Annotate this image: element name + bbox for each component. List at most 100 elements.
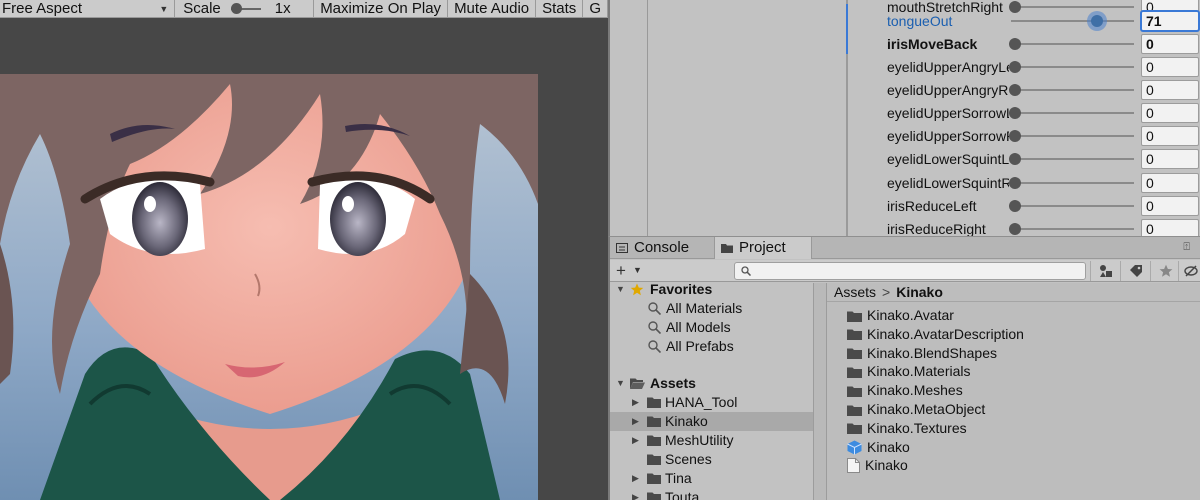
expand-arrow-right-icon[interactable]: ▶ (632, 431, 639, 450)
create-button[interactable]: + (616, 261, 626, 281)
gizmos-button[interactable]: G (583, 0, 608, 17)
blendshape-value-field[interactable]: 0 (1141, 125, 1199, 146)
asset-item[interactable]: Kinako.Avatar (847, 306, 954, 325)
search-input[interactable] (734, 262, 1086, 280)
slider-knob[interactable] (1009, 152, 1021, 165)
blendshape-value-field[interactable]: 0 (1141, 218, 1199, 236)
tree-folder-item[interactable]: Scenes (610, 450, 813, 469)
expand-arrow-right-icon[interactable]: ▶ (632, 488, 639, 500)
slider-knob[interactable] (1009, 199, 1021, 212)
tree-folder-item[interactable]: ▶ HANA_Tool (610, 393, 813, 412)
folder-icon (647, 435, 661, 446)
lock-icon[interactable]: ⍐ (1183, 241, 1190, 254)
stats-button[interactable]: Stats (536, 0, 584, 17)
tree-favorite-item[interactable]: All Materials (610, 299, 813, 318)
tree-folder-item[interactable]: ▶ MeshUtility (610, 431, 813, 450)
blendshape-slider[interactable] (1009, 198, 1136, 214)
expand-arrow-down-icon[interactable]: ▼ (616, 283, 625, 299)
slider-track[interactable] (1011, 157, 1134, 160)
project-assets-list: Assets > Kinako Kinako.Avatar Kinako.Avatar… (827, 283, 1200, 500)
blendshape-slider[interactable] (1009, 36, 1136, 52)
asset-item[interactable]: Kinako.MetaObject (847, 400, 985, 419)
blendshape-slider[interactable] (1009, 175, 1136, 191)
blendshape-slider[interactable] (1009, 82, 1136, 98)
tab-project[interactable]: Project (714, 237, 812, 259)
chevron-down-icon[interactable]: ▼ (633, 265, 642, 275)
blendshape-slider[interactable] (1009, 221, 1136, 237)
slider-track[interactable] (1011, 134, 1134, 137)
slider-track[interactable] (1011, 5, 1134, 8)
scale-control[interactable]: Scale 1x (175, 0, 315, 17)
folder-icon (721, 244, 733, 253)
blendshape-slider[interactable] (1009, 13, 1136, 29)
blendshape-value-field[interactable]: 0 (1141, 79, 1199, 100)
asset-item[interactable]: Kinako.Materials (847, 362, 971, 381)
tree-folder-item[interactable]: ▶ Tina (610, 469, 813, 488)
expand-arrow-right-icon[interactable]: ▶ (632, 393, 639, 412)
slider-knob[interactable] (1009, 37, 1021, 50)
expand-arrow-right-icon[interactable]: ▶ (632, 412, 639, 431)
slider-track[interactable] (1011, 19, 1134, 22)
slider-track[interactable] (1011, 42, 1134, 45)
tree-assets[interactable]: ▼ Assets (610, 374, 813, 393)
asset-item-label: Kinako.Avatar (867, 307, 954, 323)
tree-folder-item[interactable]: ▶ Touta (610, 488, 813, 500)
slider-track[interactable] (1011, 88, 1134, 91)
project-toolbar: + ▼ (610, 260, 1200, 282)
asset-item[interactable]: Kinako.AvatarDescription (847, 325, 1024, 344)
inspector-panel: mouthStretchRight 0 tongueOut 71 irisMoveBac… (608, 0, 1200, 236)
blendshape-value-field[interactable]: 0 (1141, 56, 1199, 77)
tab-console[interactable]: Console (610, 237, 714, 259)
slider-knob[interactable] (1009, 222, 1021, 235)
asset-item[interactable]: Kinako.Meshes (847, 381, 963, 400)
blendshape-slider[interactable] (1009, 59, 1136, 75)
hidden-packages-icon[interactable] (1178, 261, 1200, 281)
tree-favorites[interactable]: ▼ Favorites (610, 283, 813, 299)
asset-item[interactable]: Kinako (847, 438, 910, 457)
asset-item[interactable]: Kinako.BlendShapes (847, 344, 997, 363)
maximize-on-play-button[interactable]: Maximize On Play (314, 0, 449, 17)
slider-knob[interactable] (1090, 14, 1103, 27)
aspect-dropdown[interactable]: Free Aspect ▼ (0, 0, 176, 17)
blendshape-value-field[interactable]: 0 (1141, 148, 1199, 169)
tree-favorite-item[interactable]: All Prefabs (610, 337, 813, 356)
breadcrumb-root[interactable]: Assets (834, 284, 876, 300)
blendshape-value-field[interactable]: 0 (1141, 33, 1199, 54)
slider-knob[interactable] (1009, 129, 1021, 142)
blendshape-value-field[interactable]: 0 (1141, 195, 1199, 216)
scale-slider-knob[interactable] (230, 3, 242, 14)
slider-track[interactable] (1011, 181, 1134, 184)
asset-item[interactable]: Kinako (847, 456, 908, 475)
slider-track[interactable] (1011, 227, 1134, 230)
chevron-down-icon: ▼ (159, 4, 169, 14)
blendshape-value-field[interactable]: 0 (1141, 172, 1199, 193)
panel-tabs: Console Project ⍐ (610, 237, 1200, 259)
asset-item[interactable]: Kinako.Textures (847, 419, 967, 438)
breadcrumb-current[interactable]: Kinako (896, 284, 943, 300)
expand-arrow-down-icon[interactable]: ▼ (616, 374, 625, 393)
search-by-type-icon[interactable] (1090, 261, 1120, 281)
slider-track[interactable] (1011, 204, 1134, 207)
tree-folder-item[interactable]: ▶ Kinako (610, 412, 813, 431)
favorite-star-icon[interactable] (1150, 261, 1180, 281)
search-by-label-icon[interactable] (1120, 261, 1150, 281)
panel-splitter[interactable] (813, 283, 827, 500)
folder-icon (847, 348, 862, 360)
star-icon (630, 283, 644, 296)
blendshape-slider[interactable] (1009, 151, 1136, 167)
blendshape-value-field[interactable]: 0 (1141, 102, 1199, 123)
scale-slider[interactable] (230, 3, 261, 14)
blendshape-slider[interactable] (1009, 128, 1136, 144)
slider-track[interactable] (1011, 65, 1134, 68)
slider-track[interactable] (1011, 111, 1134, 114)
mute-audio-button[interactable]: Mute Audio (448, 0, 537, 17)
tree-favorite-item[interactable]: All Models (610, 318, 813, 337)
slider-knob[interactable] (1009, 60, 1021, 73)
slider-knob[interactable] (1009, 176, 1021, 189)
blendshape-value-field[interactable]: 71 (1141, 10, 1199, 31)
expand-arrow-right-icon[interactable]: ▶ (632, 469, 639, 488)
game-render-viewport[interactable] (0, 74, 538, 500)
slider-knob[interactable] (1009, 83, 1021, 96)
slider-knob[interactable] (1009, 106, 1021, 119)
blendshape-slider[interactable] (1009, 105, 1136, 121)
